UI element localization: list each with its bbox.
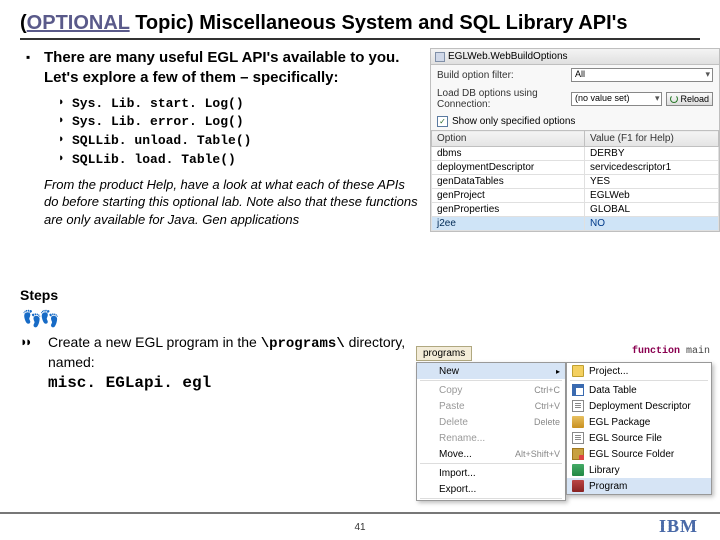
table-row[interactable]: genPropertiesGLOBAL [432, 203, 719, 217]
menu-copy[interactable]: CopyCtrl+C [417, 382, 565, 398]
export-icon [422, 483, 434, 495]
submenu-sourcefile[interactable]: EGL Source File [567, 430, 711, 446]
filter-label: Build option filter: [437, 70, 567, 81]
api-item: SQLLib. load. Table() [58, 151, 420, 170]
menu-separator [420, 498, 562, 499]
slide-title: (OPTIONAL Topic) Miscellaneous System an… [20, 10, 700, 40]
delete-icon [422, 416, 434, 428]
show-specified-checkbox[interactable]: ✓ [437, 116, 448, 127]
build-options-panel: EGLWeb.WebBuildOptions Build option filt… [430, 48, 720, 232]
steps-label: Steps [20, 287, 420, 303]
menu-move[interactable]: Move...Alt+Shift+V [417, 446, 565, 462]
step-create-program: Create a new EGL program in the \program… [20, 333, 420, 373]
panel-title: EGLWeb.WebBuildOptions [448, 51, 568, 62]
submenu-sourcefolder[interactable]: EGL Source Folder [567, 446, 711, 462]
menu-rename[interactable]: Rename... [417, 430, 565, 446]
import-icon [422, 467, 434, 479]
programs-tab[interactable]: programs [416, 346, 472, 361]
submenu-program[interactable]: Program [567, 478, 711, 494]
reload-label: Reload [680, 94, 709, 104]
title-optional: OPTIONAL [27, 12, 130, 34]
menu-new[interactable]: New▸ [417, 363, 565, 379]
menu-separator [570, 380, 708, 381]
page-number: 41 [354, 522, 365, 533]
new-submenu: Project... Data Table Deployment Descrip… [566, 362, 712, 495]
panel-icon [435, 52, 445, 62]
context-menu-area: programs function main New▸ CopyCtrl+C P… [416, 346, 712, 498]
title-rest: Topic) Miscellaneous System and SQL Libr… [130, 12, 628, 34]
step-code: \programs\ [261, 336, 345, 352]
reload-icon [670, 95, 678, 103]
paste-icon [422, 400, 434, 412]
api-item: Sys. Lib. start. Log() [58, 95, 420, 114]
api-item: Sys. Lib. error. Log() [58, 113, 420, 132]
menu-paste[interactable]: PasteCtrl+V [417, 398, 565, 414]
menu-delete[interactable]: DeleteDelete [417, 414, 565, 430]
menu-export[interactable]: Export... [417, 481, 565, 497]
submenu-datatable[interactable]: Data Table [567, 382, 711, 398]
help-note: From the product Help, have a look at wh… [44, 176, 420, 229]
step-text: Create a new EGL program in the [48, 334, 261, 350]
copy-icon [422, 384, 434, 396]
table-row[interactable]: deploymentDescriptorservicedescriptor1 [432, 161, 719, 175]
menu-separator [420, 380, 562, 381]
datatable-icon [572, 384, 584, 396]
options-table: Option Value (F1 for Help) dbmsDERBY dep… [431, 130, 719, 231]
table-row[interactable]: genProjectEGLWeb [432, 189, 719, 203]
col-option[interactable]: Option [432, 131, 585, 147]
api-item: SQLLib. unload. Table() [58, 132, 420, 151]
code-fragment: function main [632, 346, 710, 357]
table-row[interactable]: genDataTablesYES [432, 175, 719, 189]
context-menu: New▸ CopyCtrl+C PasteCtrl+V DeleteDelete… [416, 362, 566, 501]
ibm-logo: IBM [659, 516, 698, 537]
reload-button[interactable]: Reload [666, 92, 713, 106]
slide-footer: 41 IBM [0, 512, 720, 540]
sourcefile-icon [572, 432, 584, 444]
blank-icon [422, 432, 434, 444]
footprints-icon: 👣👣 [22, 309, 420, 329]
menu-separator [420, 463, 562, 464]
submenu-project[interactable]: Project... [567, 363, 711, 379]
step-filename: misc. EGLapi. egl [48, 374, 420, 392]
chevron-right-icon: ▸ [556, 367, 560, 376]
col-value[interactable]: Value (F1 for Help) [585, 131, 719, 147]
blank-icon [422, 365, 434, 377]
title-prefix: ( [20, 12, 27, 34]
table-row[interactable]: dbmsDERBY [432, 147, 719, 161]
connection-select[interactable]: (no value set) [571, 92, 662, 106]
table-row[interactable]: j2eeNO [432, 217, 719, 231]
submenu-deploydesc[interactable]: Deployment Descriptor [567, 398, 711, 414]
checkbox-label: Show only specified options [452, 116, 575, 127]
submenu-package[interactable]: EGL Package [567, 414, 711, 430]
intro-bullet: There are many useful EGL API's availabl… [26, 48, 420, 89]
project-icon [572, 365, 584, 377]
api-list: Sys. Lib. start. Log() Sys. Lib. error. … [58, 95, 420, 170]
submenu-library[interactable]: Library [567, 462, 711, 478]
library-icon [572, 464, 584, 476]
panel-titlebar: EGLWeb.WebBuildOptions [431, 49, 719, 65]
descriptor-icon [572, 400, 584, 412]
blank-icon [422, 448, 434, 460]
package-icon [572, 416, 584, 428]
sourcefolder-icon [572, 448, 584, 460]
program-icon [572, 480, 584, 492]
menu-import[interactable]: Import... [417, 465, 565, 481]
connection-label: Load DB options using Connection: [437, 88, 567, 110]
filter-select[interactable]: All [571, 68, 713, 82]
